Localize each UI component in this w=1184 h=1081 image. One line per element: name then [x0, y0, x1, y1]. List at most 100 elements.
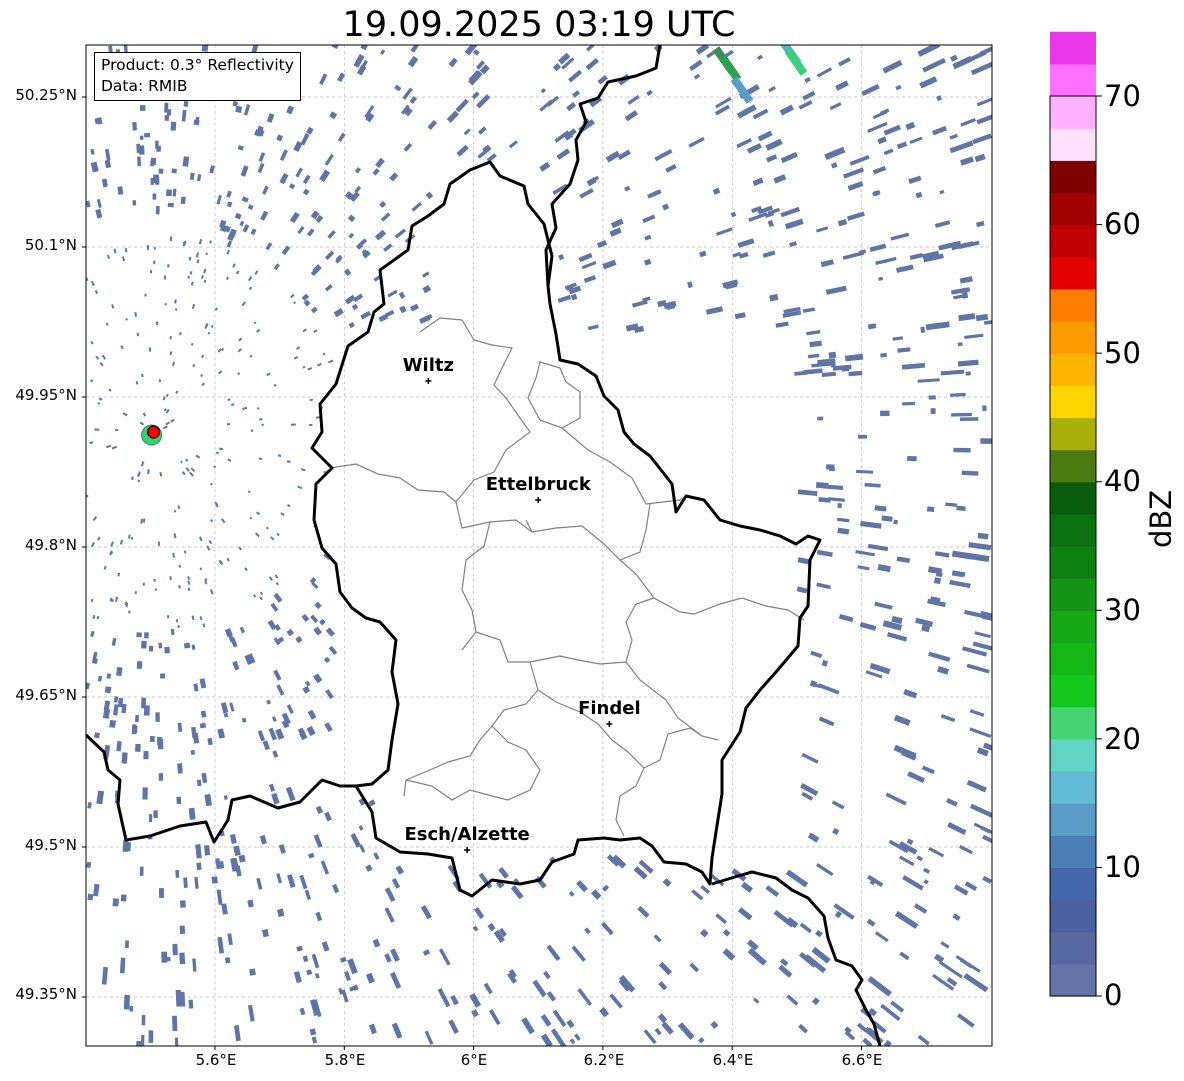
colorbar-segment: [1050, 642, 1096, 676]
colorbar-segment: [1050, 481, 1096, 515]
colorbar-segment: [1050, 63, 1096, 97]
echo-cell: [196, 862, 202, 871]
echo-cell: [830, 363, 836, 368]
echo-cell: [134, 591, 137, 594]
echo-cell: [226, 423, 231, 426]
echo-cell: [169, 236, 173, 242]
echo-cell: [128, 610, 131, 614]
echo-cell: [164, 646, 170, 654]
echo-cell: [143, 705, 150, 716]
echo-cell: [155, 178, 160, 185]
echo-cell: [953, 447, 971, 453]
echo-cell: [155, 206, 160, 215]
colorbar-segment: [1050, 96, 1096, 129]
echo-cell: [156, 145, 161, 152]
echo-cell: [158, 379, 162, 383]
colorbar-segment: [1050, 546, 1096, 579]
echo-cell: [164, 115, 170, 121]
echo-cell: [160, 673, 166, 679]
echo-cell: [158, 887, 165, 899]
echo-cell: [250, 429, 254, 432]
lat-tick-label: 50.25°N: [15, 86, 77, 104]
echo-cell: [104, 686, 112, 694]
echo-cell: [135, 743, 141, 752]
echo-cell: [153, 260, 156, 265]
city-label: Wiltz: [403, 355, 454, 376]
echo-cell: [166, 189, 172, 197]
colorbar-tick-label: 20: [1104, 722, 1141, 756]
echo-cell: [112, 898, 119, 907]
echo-cell: [144, 632, 149, 639]
echo-cell: [261, 423, 264, 426]
lon-tick-label: 6.4°E: [712, 1051, 754, 1069]
colorbar-segment: [1050, 192, 1096, 226]
echo-cell: [179, 900, 186, 908]
echo-cell: [179, 991, 186, 1007]
radar-map[interactable]: Wiltz Ettelbruck Findel Esch/Alzette: [0, 0, 1184, 1081]
echo-cell: [828, 351, 837, 359]
colorbar-segment: [1050, 899, 1096, 933]
echo-cell: [163, 275, 167, 280]
echo-cell: [153, 247, 156, 250]
colorbar-tick-label: 40: [1104, 464, 1141, 498]
radar-figure: 19.09.2025 03:19 UTC Wiltz Ettelbruck Fi…: [0, 0, 1184, 1081]
echo-cell: [190, 749, 195, 755]
echo-cell: [141, 1015, 146, 1026]
lat-tick-label: 49.95°N: [15, 386, 77, 404]
colorbar: [1049, 31, 1102, 997]
city-label: Findel: [578, 698, 641, 719]
radar-site-dot[interactable]: [146, 425, 161, 439]
echo-cell: [224, 957, 231, 964]
echo-cell: [143, 750, 149, 760]
echo-cell: [139, 135, 144, 140]
echo-cell: [150, 177, 154, 185]
echo-cell: [175, 308, 178, 311]
echo-cell: [119, 957, 126, 974]
echo-cell: [142, 582, 145, 586]
echo-cell: [179, 925, 186, 935]
echo-cell: [199, 722, 207, 729]
echo-cell: [148, 814, 153, 823]
echo-cell: [148, 646, 154, 652]
colorbar-segment: [1050, 803, 1096, 836]
echo-cell: [94, 428, 100, 431]
lat-tick-label: 49.65°N: [15, 686, 77, 704]
echo-cell: [86, 861, 92, 868]
echo-cell: [109, 719, 117, 728]
echo-cell: [926, 506, 935, 513]
echo-cell: [167, 264, 170, 268]
colorbar-segment: [1050, 288, 1096, 322]
colorbar-segment: [1050, 738, 1096, 772]
lon-tick-label: 6.2°E: [583, 1051, 625, 1069]
echo-cell: [167, 202, 174, 208]
echo-cell: [170, 628, 175, 636]
echo-cell: [172, 188, 177, 197]
lon-tick-label: 6°E: [460, 1051, 488, 1069]
echo-cell: [171, 1015, 178, 1032]
colorbar-segment: [1050, 867, 1096, 901]
echo-cell: [172, 943, 178, 956]
echo-cell: [150, 736, 155, 742]
echo-cell: [124, 940, 130, 949]
echo-cell: [956, 505, 966, 512]
echo-cell: [144, 293, 147, 297]
echo-cell: [158, 642, 163, 649]
radar-site[interactable]: [141, 424, 163, 446]
echo-cell: [177, 763, 183, 774]
echo-cell: [155, 321, 159, 326]
echo-cell: [139, 105, 146, 111]
colorbar-segment: [1050, 321, 1096, 354]
lon-tick-label: 5.6°E: [195, 1051, 237, 1069]
echo-cell: [166, 615, 170, 619]
echo-cell: [164, 303, 167, 306]
echo-cell: [157, 541, 160, 546]
echo-cell: [902, 401, 916, 406]
echo-cell: [148, 1030, 154, 1043]
echo-cell: [211, 876, 218, 884]
echo-cell: [959, 417, 979, 422]
echo-cell: [166, 109, 172, 116]
echo-cell: [121, 752, 128, 764]
echo-cell: [141, 640, 147, 649]
lon-tick-label: 5.8°E: [324, 1051, 366, 1069]
echo-cell: [154, 588, 157, 591]
